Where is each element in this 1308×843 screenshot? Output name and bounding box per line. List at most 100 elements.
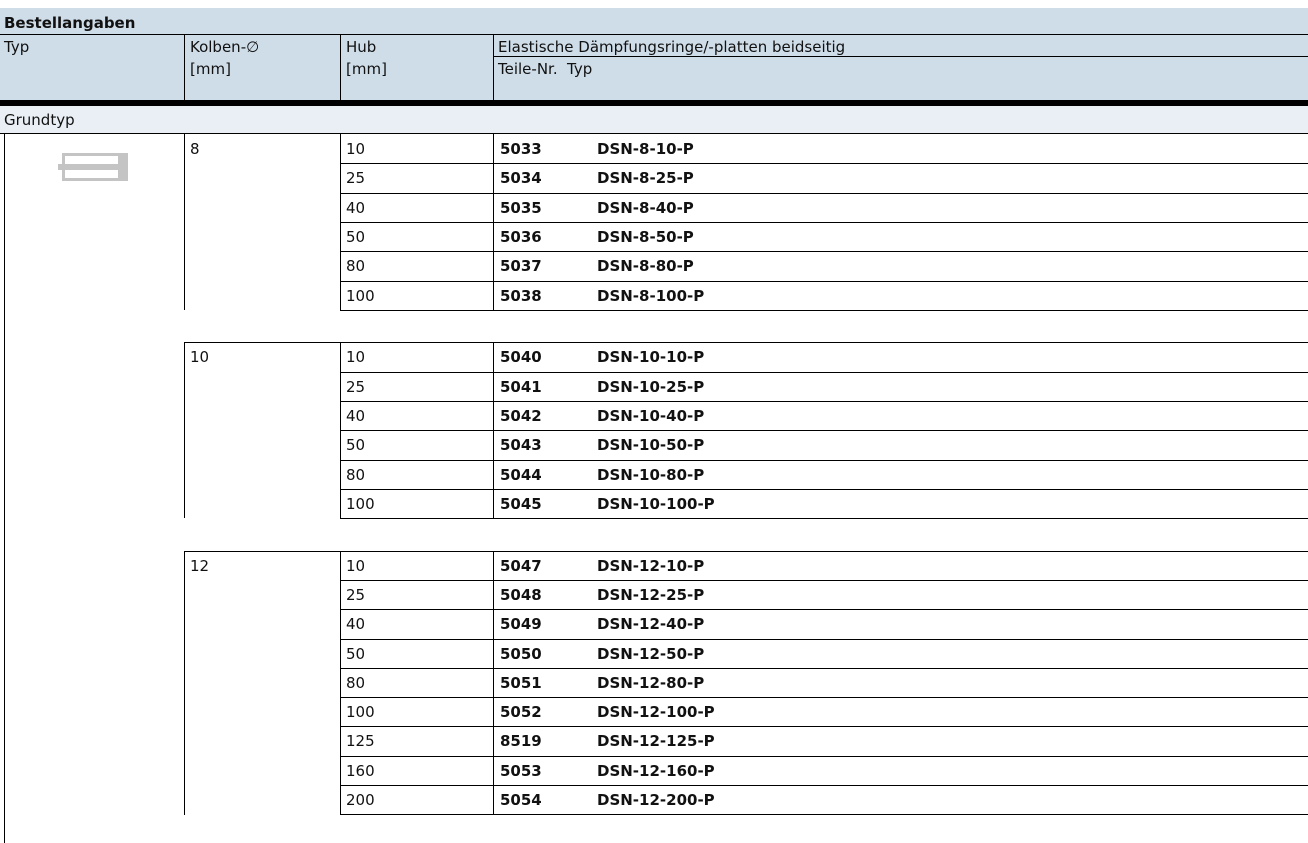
part-number: 5053 [500, 761, 542, 780]
column-header-elastic: Elastische Dämpfungsringe/-platten beids… [498, 38, 846, 56]
header-subdivider [493, 56, 1308, 57]
hub-value: 100 [346, 703, 375, 722]
hub-value: 125 [346, 732, 375, 751]
type-designation: DSN-8-10-P [597, 140, 694, 158]
hub-col-left-border [340, 134, 341, 310]
row-divider [340, 281, 1308, 282]
row-divider [340, 310, 1308, 311]
group-top-border [184, 342, 1308, 343]
hub-value: 50 [346, 227, 366, 246]
column-header-hub: Hub [346, 38, 377, 56]
part-col-left-border [493, 342, 494, 518]
row-divider [340, 668, 1308, 669]
type-designation: DSN-12-40-P [597, 615, 705, 634]
kolben-col-left-border [184, 551, 185, 815]
part-number: 5035 [500, 198, 542, 217]
column-header-typ: Typ [4, 38, 30, 56]
type-designation: DSN-8-100-P [597, 286, 705, 305]
header-col-divider-2 [340, 34, 341, 100]
row-divider [340, 726, 1308, 727]
type-designation: DSN-10-80-P [597, 465, 705, 484]
group-top-border [184, 551, 1308, 552]
row-divider [340, 460, 1308, 461]
part-number: 5054 [500, 791, 542, 809]
part-number: 5038 [500, 286, 542, 305]
type-designation: DSN-12-200-P [597, 791, 715, 809]
row-divider [340, 756, 1308, 757]
row-divider [340, 430, 1308, 431]
type-designation: DSN-10-40-P [597, 406, 705, 425]
hub-value: 200 [346, 791, 375, 809]
part-number: 5045 [500, 494, 542, 513]
hub-col-left-border [340, 342, 341, 518]
section-divider [0, 133, 1308, 134]
hub-value: 25 [346, 169, 366, 188]
hub-value: 100 [346, 494, 375, 513]
hub-value: 100 [346, 286, 375, 305]
header-divider [0, 34, 1308, 35]
kolben-cell: 10 [190, 348, 210, 367]
row-divider [340, 785, 1308, 786]
type-designation: DSN-12-25-P [597, 585, 705, 604]
column-header-kolben-unit: [mm] [190, 60, 231, 78]
part-number: 5037 [500, 257, 542, 276]
cylinder-icon [58, 153, 128, 181]
type-designation: DSN-12-10-P [597, 556, 705, 575]
type-designation: DSN-10-50-P [597, 436, 705, 455]
row-divider [340, 814, 1308, 815]
section-label: Grundtyp [4, 111, 75, 129]
column-header-kolben: Kolben-∅ [190, 38, 260, 56]
row-divider [340, 697, 1308, 698]
part-number: 5044 [500, 465, 542, 484]
row-divider [340, 193, 1308, 194]
part-number: 5052 [500, 703, 542, 722]
column-header-type: Typ [567, 60, 593, 78]
part-number: 5033 [500, 140, 542, 158]
part-number: 5043 [500, 436, 542, 455]
type-designation: DSN-8-80-P [597, 257, 694, 276]
hub-col-left-border [340, 551, 341, 815]
section-background [0, 106, 1308, 133]
row-divider [340, 372, 1308, 373]
row-divider [340, 639, 1308, 640]
hub-value: 50 [346, 436, 366, 455]
part-number: 5036 [500, 227, 542, 246]
hub-value: 10 [346, 556, 366, 575]
type-designation: DSN-12-100-P [597, 703, 715, 722]
part-number: 5047 [500, 556, 542, 575]
header-col-divider-1 [184, 34, 185, 100]
column-header-hub-unit: [mm] [346, 60, 387, 78]
kolben-cell: 8 [190, 140, 200, 158]
table-left-border [4, 134, 5, 843]
row-divider [340, 163, 1308, 164]
row-divider [340, 580, 1308, 581]
kolben-cell: 12 [190, 556, 210, 575]
kolben-col-left-border [184, 342, 185, 518]
type-designation: DSN-8-25-P [597, 169, 694, 188]
part-number: 5040 [500, 348, 542, 367]
column-header-teile-nr: Teile-Nr. [498, 60, 558, 78]
hub-value: 160 [346, 761, 375, 780]
type-designation: DSN-10-10-P [597, 348, 705, 367]
part-number: 5042 [500, 406, 542, 425]
type-designation: DSN-10-25-P [597, 377, 705, 396]
type-designation: DSN-10-100-P [597, 494, 715, 513]
hub-value: 25 [346, 585, 366, 604]
hub-value: 25 [346, 377, 366, 396]
type-designation: DSN-12-125-P [597, 732, 715, 751]
type-designation: DSN-12-160-P [597, 761, 715, 780]
row-divider [340, 518, 1308, 519]
part-number: 5050 [500, 644, 542, 663]
row-divider [340, 489, 1308, 490]
part-number: 5048 [500, 585, 542, 604]
hub-value: 40 [346, 198, 366, 217]
kolben-col-left-border [184, 134, 185, 310]
row-divider [340, 251, 1308, 252]
hub-value: 10 [346, 348, 366, 367]
type-designation: DSN-8-50-P [597, 227, 694, 246]
hub-value: 80 [346, 257, 366, 276]
row-divider [340, 609, 1308, 610]
hub-value: 80 [346, 465, 366, 484]
hub-value: 40 [346, 615, 366, 634]
header-col-divider-3 [493, 34, 494, 100]
